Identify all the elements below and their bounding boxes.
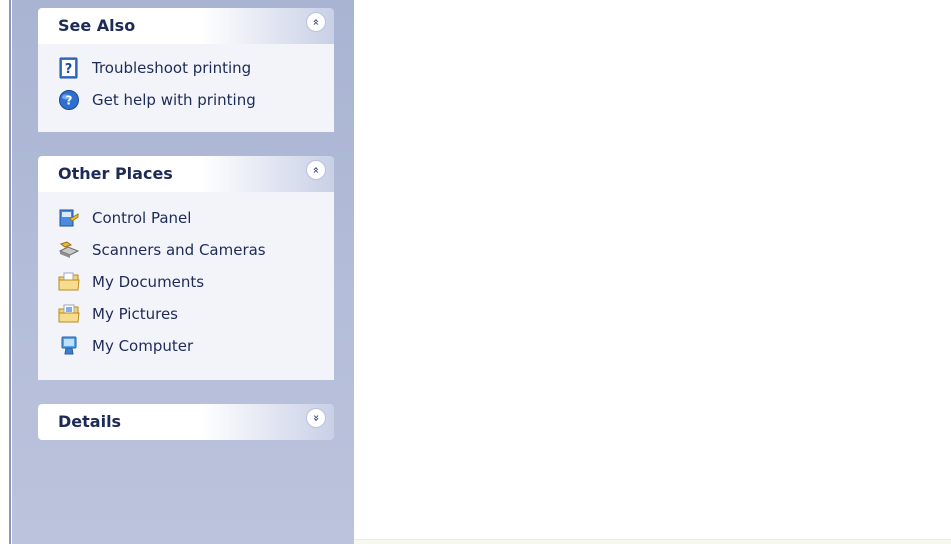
link-troubleshoot-printing[interactable]: ? Troubleshoot printing [58,56,251,80]
details-header[interactable]: Details » [38,404,334,440]
svg-text:?: ? [65,62,73,77]
task-pane: See Also » ? Troubleshoot printing ? Get… [12,0,354,544]
scanner-camera-icon [58,241,80,258]
see-also-panel: See Also » ? Troubleshoot printing ? Get… [38,8,334,132]
details-panel: Details » [38,404,334,440]
collapse-chevron-icon[interactable]: » [306,160,326,180]
details-title: Details [58,412,122,431]
help-globe-icon: ? [59,90,79,110]
link-scanners-cameras[interactable]: Scanners and Cameras [58,238,266,262]
link-my-computer[interactable]: My Computer [58,334,193,358]
see-also-body: ? Troubleshoot printing ? Get help with … [38,44,334,132]
main-content-area [354,0,951,544]
link-control-panel[interactable]: Control Panel [58,206,191,230]
folder-documents-icon [58,272,80,291]
other-places-title: Other Places [58,164,173,183]
see-also-title: See Also [58,16,136,35]
link-label: My Computer [92,337,194,355]
link-my-pictures[interactable]: My Pictures [58,302,178,326]
computer-icon [61,336,77,355]
control-panel-icon [59,209,79,227]
link-label: Control Panel [92,209,192,227]
link-label: Troubleshoot printing [92,59,252,77]
other-places-header[interactable]: Other Places » [38,156,334,192]
help-topic-icon: ? [59,57,78,79]
link-label: My Pictures [92,305,178,323]
link-label: Scanners and Cameras [92,241,266,259]
link-label: My Documents [92,273,205,291]
other-places-body: Control Panel Scanners and Cameras My Do… [38,192,334,380]
expand-chevron-icon[interactable]: » [306,408,326,428]
see-also-header[interactable]: See Also » [38,8,334,44]
status-strip [354,539,951,544]
link-get-help-printing[interactable]: ? Get help with printing [58,88,256,112]
folder-pictures-icon [58,304,80,323]
link-label: Get help with printing [92,91,256,109]
link-my-documents[interactable]: My Documents [58,270,204,294]
other-places-panel: Other Places » Control Panel Scanners an… [38,156,334,380]
svg-text:?: ? [66,94,73,108]
collapse-chevron-icon[interactable]: » [306,12,326,32]
window-left-border [0,0,12,544]
